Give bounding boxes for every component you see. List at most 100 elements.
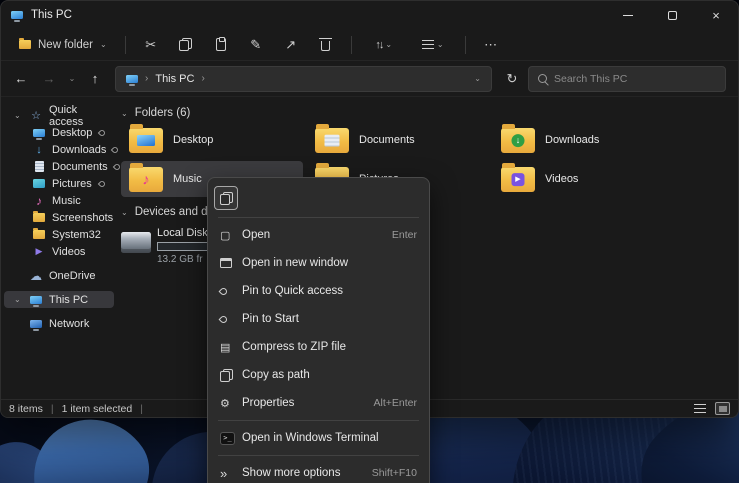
minimize-icon [623,15,633,16]
more-options-icon: » [220,466,242,481]
chevron-down-icon: ⌄ [69,74,76,83]
sidebar-item-downloads[interactable]: ↓ Downloads [4,141,114,158]
folder-tile-downloads[interactable]: Downloads [493,122,675,158]
search-box [528,66,726,92]
new-folder-button[interactable]: New folder ⌄ [11,35,115,55]
forward-icon: → [43,71,56,86]
sort-icon: ↑↓ [375,39,382,51]
close-button[interactable]: × [694,1,738,29]
documents-folder-icon [315,128,349,153]
desktop-folder-icon [129,128,163,153]
status-divider: | [51,403,54,415]
music-icon: ♪ [32,194,46,208]
desktop-icon [32,129,46,137]
new-folder-label: New folder [38,39,93,51]
sidebar-item-label: Desktop [52,127,92,139]
rename-icon: ✎ [250,37,261,53]
sidebar-item-label: System32 [52,229,101,241]
sidebar-item-label: Network [49,318,89,330]
sidebar-item-this-pc[interactable]: ⌄ This PC [4,291,114,308]
copy-button[interactable] [171,32,201,58]
details-view-button[interactable] [690,401,710,417]
paste-button[interactable] [206,32,236,58]
folder-icon [32,230,46,239]
sidebar-item-network[interactable]: Network [4,315,114,332]
details-view-icon [694,404,706,413]
cut-icon: ✂ [145,37,156,53]
refresh-button[interactable]: ↻ [500,67,524,91]
menu-item-pin-start[interactable]: Pin to Start [208,305,429,333]
recent-locations-button[interactable]: ⌄ [65,67,79,91]
menu-item-show-more-options[interactable]: » Show more options Shift+F10 [208,459,429,483]
devices-group-header[interactable]: ⌄ Devices and dri [121,206,214,218]
sort-button[interactable]: ↑↓ ⌄ [362,32,406,58]
pin-icon [220,288,242,295]
delete-button[interactable] [311,32,341,58]
address-bar[interactable]: › This PC › ⌄ [115,66,492,92]
share-button[interactable]: ↗ [276,32,306,58]
sidebar-item-label: Music [52,195,81,207]
sidebar-item-label: Pictures [52,178,92,190]
menu-item-open-new-window[interactable]: Open in new window [208,249,429,277]
folder-tile-videos[interactable]: Videos [493,161,675,197]
folder-tile-label: Desktop [173,134,213,146]
more-options-button[interactable]: ⋯ [476,32,506,58]
view-icon [422,40,434,49]
toolbar-divider [351,36,352,54]
sidebar-item-documents[interactable]: Documents [4,158,114,175]
sidebar-item-music[interactable]: ♪ Music [4,192,114,209]
cut-button[interactable]: ✂ [136,32,166,58]
menu-item-properties[interactable]: ⚙ Properties Alt+Enter [208,389,429,417]
network-icon [29,320,43,328]
sidebar-item-label: Screenshots [52,212,113,224]
address-dropdown-icon[interactable]: ⌄ [474,74,481,83]
folder-tile-documents[interactable]: Documents [307,122,489,158]
pin-icon [98,128,106,136]
sidebar-item-onedrive[interactable]: ☁ OneDrive [4,267,114,284]
menu-item-copy-as-path[interactable]: Copy as path [208,361,429,389]
chevron-down-icon: ⌄ [121,208,128,217]
sidebar-item-videos[interactable]: ▶ Videos [4,243,114,260]
sidebar-item-pictures[interactable]: Pictures [4,175,114,192]
sidebar-item-system32[interactable]: System32 [4,226,114,243]
folders-group-header[interactable]: ⌄ Folders (6) [121,107,190,119]
folders-group-label: Folders (6) [135,107,191,119]
back-button[interactable]: ← [9,67,33,91]
window-title: This PC [31,9,72,21]
search-input[interactable] [554,73,716,85]
menu-item-open[interactable]: ▢ Open Enter [208,221,429,249]
properties-icon: ⚙ [220,397,242,410]
window-controls: × [606,1,738,29]
chevron-down-icon: ⌄ [385,40,392,49]
item-count: 8 items [9,403,43,415]
pictures-icon [32,179,46,188]
forward-button[interactable]: → [37,67,61,91]
up-button[interactable]: ↑ [83,67,107,91]
view-button[interactable]: ⌄ [411,32,455,58]
local-disk-icon [121,232,151,253]
folder-tile-desktop[interactable]: Desktop [121,122,303,158]
menu-item-pin-quick-access[interactable]: Pin to Quick access [208,277,429,305]
large-icons-view-button[interactable] [715,402,730,415]
sidebar-item-label: Quick access [49,104,114,128]
sidebar-item-screenshots[interactable]: Screenshots [4,209,114,226]
navigation-bar: ← → ⌄ ↑ › This PC › ⌄ ↻ [1,61,738,97]
menu-divider [218,420,419,421]
rename-button[interactable]: ✎ [241,32,271,58]
share-icon: ↗ [285,37,296,53]
menu-item-compress-zip[interactable]: ▤ Compress to ZIP file [208,333,429,361]
menu-item-open-windows-terminal[interactable]: >_ Open in Windows Terminal [208,424,429,452]
search-icon [538,74,547,83]
minimize-button[interactable] [606,1,650,29]
chevron-right-icon: › [145,73,148,84]
titlebar: This PC × [1,1,738,29]
copy-icon [179,38,192,51]
menu-copy-button[interactable] [214,186,238,210]
paste-icon [216,38,226,51]
sidebar-item-quick-access[interactable]: ⌄ ☆ Quick access [4,107,114,124]
chevron-down-icon: ⌄ [121,109,128,118]
copy-path-icon [220,369,242,382]
context-menu-icon-strip [208,182,429,214]
maximize-button[interactable] [650,1,694,29]
breadcrumb-this-pc[interactable]: This PC [155,73,194,85]
